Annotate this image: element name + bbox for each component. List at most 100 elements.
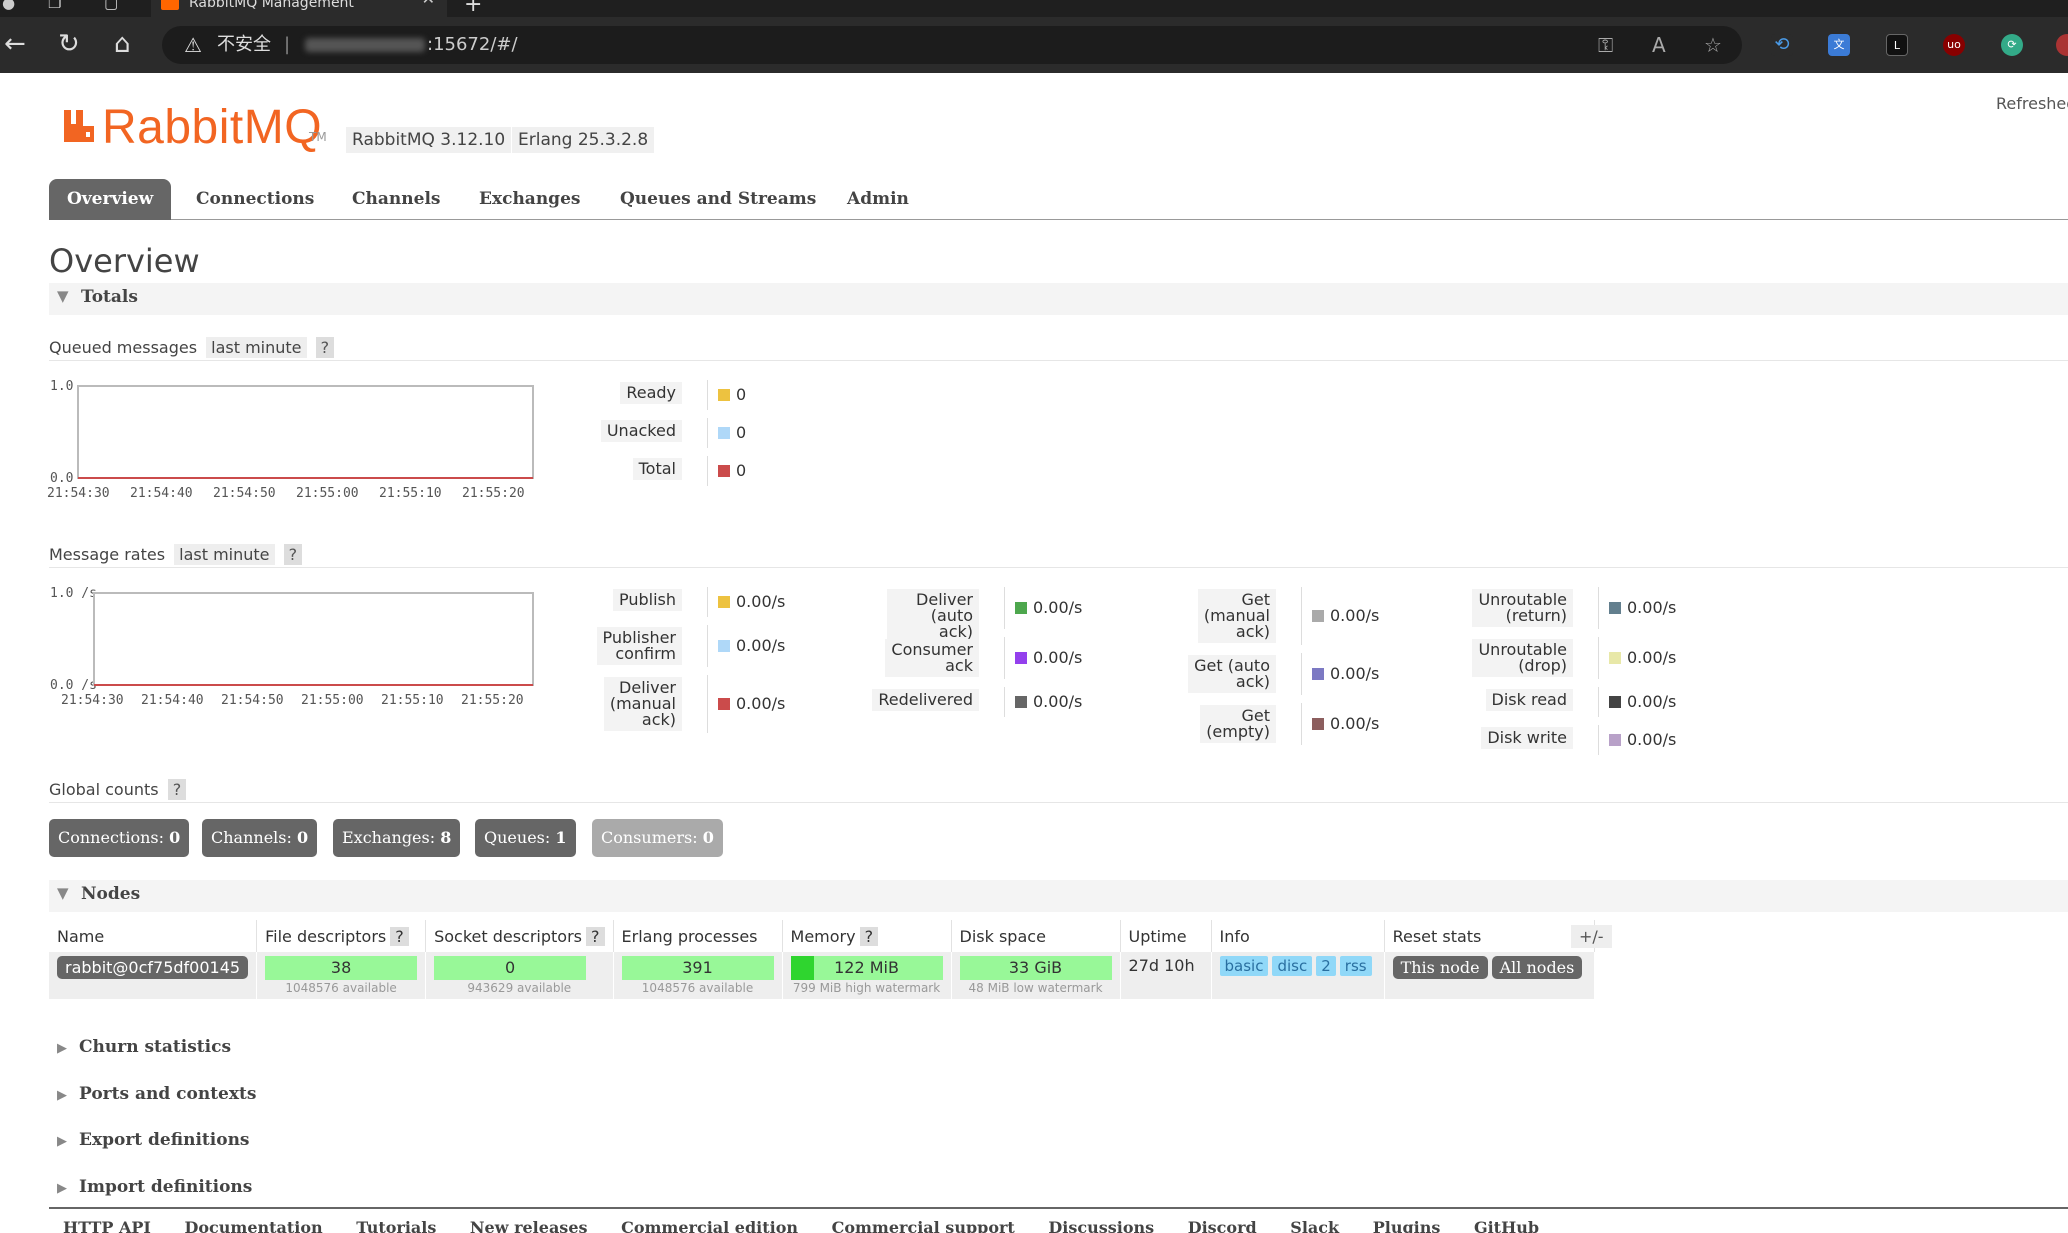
footer-link-commercial-edition[interactable]: Commercial edition bbox=[621, 1218, 798, 1233]
connections-count-button[interactable]: Connections: 0 bbox=[49, 819, 190, 857]
legend-value: 0.00/s bbox=[1627, 598, 1677, 617]
legend-label: Ready bbox=[620, 382, 682, 404]
page-title: Overview bbox=[49, 242, 200, 280]
global-counts-help-icon[interactable]: ? bbox=[167, 779, 187, 800]
legend-value: 0.00/s bbox=[1330, 714, 1380, 733]
expand-right-icon: ▶ bbox=[57, 1041, 67, 1056]
x-tick-label: 21:54:40 bbox=[130, 486, 193, 501]
col-name: Name bbox=[49, 920, 258, 952]
count-label: Connections: bbox=[58, 828, 164, 847]
x-tick-label: 21:54:30 bbox=[61, 693, 124, 708]
y-tick-label: 0.0 bbox=[50, 471, 73, 486]
queues-count-button[interactable]: Queues: 1 bbox=[475, 819, 576, 857]
channels-count-button[interactable]: Channels: 0 bbox=[202, 819, 318, 857]
close-tab-icon[interactable]: ✕ bbox=[422, 0, 435, 7]
legend-row: Get (auto ack) 0.00/s bbox=[1184, 653, 1384, 695]
x-tick-label: 21:55:10 bbox=[379, 486, 442, 501]
back-icon[interactable]: ← bbox=[4, 29, 26, 59]
churn-statistics-section[interactable]: ▶ Churn statistics bbox=[57, 1037, 231, 1057]
tab-connections[interactable]: Connections bbox=[178, 179, 332, 220]
col-erlang-processes: Erlang processes bbox=[613, 920, 783, 952]
reset-all-nodes-button[interactable]: All nodes bbox=[1491, 956, 1583, 979]
help-icon[interactable]: ? bbox=[390, 926, 409, 946]
tab-actions-icon[interactable]: ▢ bbox=[104, 0, 120, 12]
footer-link-http-api[interactable]: HTTP API bbox=[63, 1218, 151, 1233]
help-icon[interactable]: ? bbox=[586, 926, 605, 946]
legend-value: 0.00/s bbox=[1330, 664, 1380, 683]
extension-more-icon[interactable] bbox=[2056, 34, 2068, 56]
meter-value: 122 MiB bbox=[834, 958, 899, 977]
expand-right-icon: ▶ bbox=[57, 1088, 67, 1103]
address-bar[interactable]: ⚠ 不安全 | :15672/#/ ⚿ A ☆ bbox=[162, 26, 1742, 64]
extension-crop-icon[interactable]: ⟲ bbox=[1771, 34, 1793, 56]
exchanges-count-button[interactable]: Exchanges: 8 bbox=[333, 819, 461, 857]
extension-translate-icon[interactable]: 文 bbox=[1828, 34, 1850, 56]
legend-row: Ready 0 bbox=[590, 380, 790, 410]
consumers-count-button[interactable]: Consumers: 0 bbox=[592, 819, 723, 857]
x-tick-label: 21:55:00 bbox=[301, 693, 364, 708]
footer-link-github[interactable]: GitHub bbox=[1474, 1218, 1539, 1233]
legend-divider bbox=[1004, 637, 1005, 679]
legend-swatch bbox=[718, 389, 730, 401]
ports-and-contexts-section[interactable]: ▶ Ports and contexts bbox=[57, 1084, 256, 1104]
legend-swatch bbox=[1312, 610, 1324, 622]
queued-help-icon[interactable]: ? bbox=[315, 337, 335, 358]
help-icon[interactable]: ? bbox=[859, 926, 879, 946]
legend-divider bbox=[1301, 653, 1302, 695]
rates-range-selector[interactable]: last minute bbox=[174, 544, 275, 565]
browser-tab[interactable]: RabbitMQ Management ✕ bbox=[151, 0, 447, 17]
new-tab-icon[interactable]: + bbox=[464, 0, 482, 17]
meter-subtext: 1048576 available bbox=[285, 981, 397, 995]
footer-link-tutorials[interactable]: Tutorials bbox=[356, 1218, 436, 1233]
favorite-star-icon[interactable]: ☆ bbox=[1704, 26, 1722, 64]
count-value: 0 bbox=[702, 828, 714, 847]
security-label[interactable]: 不安全 bbox=[217, 26, 271, 64]
legend-swatch bbox=[1015, 602, 1027, 614]
message-rates-chart: 1.0 /s 0.0 /s 21:54:30 21:54:40 21:54:50 21:5… bbox=[45, 585, 545, 710]
url-separator: | bbox=[284, 34, 291, 55]
refreshed-label[interactable]: Refreshed bbox=[1996, 94, 2068, 113]
legend-row: Get (manual ack) 0.00/s bbox=[1184, 587, 1384, 645]
cell-info: basic disc 2 rss bbox=[1211, 952, 1385, 999]
extension-sync-icon[interactable]: ⟳ bbox=[2001, 34, 2023, 56]
cell-socket-descriptors: 0 943629 available bbox=[425, 952, 614, 999]
footer-link-commercial-support[interactable]: Commercial support bbox=[832, 1218, 1015, 1233]
extension-l-icon[interactable]: L bbox=[1886, 34, 1908, 56]
home-icon[interactable]: ⌂ bbox=[114, 29, 131, 59]
redacted-host bbox=[305, 38, 425, 52]
tab-channels[interactable]: Channels bbox=[334, 179, 458, 220]
footer-link-discord[interactable]: Discord bbox=[1188, 1218, 1257, 1233]
legend-value: 0.00/s bbox=[1033, 692, 1083, 711]
totals-section-header[interactable]: ▼ Totals bbox=[49, 283, 2068, 315]
extension-ublock-icon[interactable]: uo bbox=[1943, 34, 1965, 56]
queued-range-selector[interactable]: last minute bbox=[206, 337, 307, 358]
footer-link-discussions[interactable]: Discussions bbox=[1048, 1218, 1154, 1233]
export-definitions-section[interactable]: ▶ Export definitions bbox=[57, 1130, 250, 1150]
reset-this-node-button[interactable]: This node bbox=[1392, 956, 1488, 979]
footer-link-new-releases[interactable]: New releases bbox=[470, 1218, 588, 1233]
tab-exchanges[interactable]: Exchanges bbox=[461, 179, 598, 220]
reload-icon[interactable]: ↻ bbox=[58, 29, 80, 59]
workspaces-icon[interactable]: ❐ bbox=[48, 0, 64, 12]
tab-queues-and-streams[interactable]: Queues and Streams bbox=[602, 179, 834, 220]
legend-row: Deliver (auto ack) 0.00/s bbox=[887, 587, 1087, 643]
tab-overview[interactable]: Overview bbox=[49, 179, 172, 220]
key-icon[interactable]: ⚿ bbox=[1598, 26, 1613, 64]
import-definitions-section[interactable]: ▶ Import definitions bbox=[57, 1177, 252, 1197]
url-text[interactable]: :15672/#/ bbox=[427, 26, 518, 64]
legend-swatch bbox=[718, 596, 730, 608]
read-aloud-icon[interactable]: A bbox=[1652, 26, 1666, 64]
node-name-link[interactable]: rabbit@0cf75df00145 bbox=[57, 956, 249, 979]
nodes-section-header[interactable]: ▼ Nodes bbox=[49, 880, 2068, 912]
profile-icon[interactable]: ● bbox=[2, 0, 18, 12]
footer-link-plugins[interactable]: Plugins bbox=[1373, 1218, 1441, 1233]
footer-link-documentation[interactable]: Documentation bbox=[184, 1218, 322, 1233]
column-toggle-button[interactable]: +/- bbox=[1571, 925, 1612, 948]
tab-admin[interactable]: Admin bbox=[829, 179, 927, 220]
rates-help-icon[interactable]: ? bbox=[283, 544, 303, 565]
col-memory: Memory? bbox=[782, 920, 952, 952]
col-disk-space: Disk space bbox=[951, 920, 1121, 952]
table-header-row: Name File descriptors? Socket descriptor… bbox=[49, 920, 1596, 952]
legend-row: Total 0 bbox=[590, 456, 790, 486]
footer-link-slack[interactable]: Slack bbox=[1290, 1218, 1339, 1233]
